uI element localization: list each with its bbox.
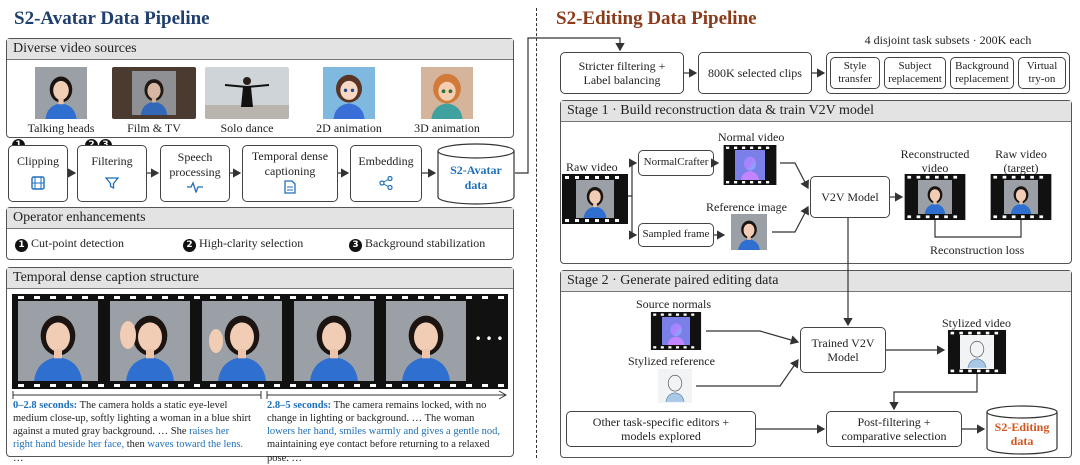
source-normals-label: Source normals	[636, 297, 711, 311]
film-frame-3	[198, 301, 286, 381]
step-embedding-label: Embedding	[358, 153, 414, 168]
film-frame-5	[382, 301, 470, 381]
caption-1-time: 0–2.8 seconds:	[13, 400, 78, 411]
enhancement-1: 1 Cut-point detection	[15, 236, 124, 252]
step-clipping: Clipping	[8, 145, 68, 202]
raw-video-label: Raw video	[566, 160, 618, 174]
source-label-solo-dance: Solo dance	[220, 121, 274, 135]
step-captioning: Temporal dense captioning	[242, 145, 338, 202]
post-filtering-box: Post-filtering + comparative selection	[826, 411, 962, 447]
caption-1-text-b: then	[124, 439, 148, 451]
subset-background-replacement: Background replacement	[950, 57, 1014, 89]
caption-2-time: 2.8–5 seconds:	[267, 400, 332, 411]
right-title: S2-Editing Data Pipeline	[556, 8, 757, 29]
caption-structure-panel: Temporal dense caption structure • • • 0…	[6, 267, 514, 464]
stage1-header: Stage 1 · Build reconstruction data & tr…	[561, 101, 1071, 122]
caption-2-text-b: maintaining eye contact before returning…	[267, 439, 490, 464]
sampled-frame-box: Sampled frame	[638, 223, 714, 247]
step-captioning-label: Temporal dense captioning	[251, 149, 329, 178]
thumb-film-tv	[112, 67, 196, 119]
subsets-label: 4 disjoint task subsets · 200K each	[864, 33, 1032, 47]
left-title: S2-Avatar Data Pipeline	[14, 8, 210, 29]
raw-target-label: Raw video (target)	[995, 147, 1047, 175]
enh-num-1: 1	[15, 239, 28, 252]
film-icon	[31, 176, 45, 193]
other-editors-box: Other task-specific editors + models exp…	[566, 411, 756, 447]
step-filtering: Filtering	[77, 145, 147, 202]
raw-target-film	[990, 174, 1052, 220]
film-ellipsis: • • •	[474, 332, 504, 346]
stylized-video-label: Stylized video	[942, 316, 1011, 330]
reference-image	[726, 214, 772, 250]
normalcrafter-box: NormalCrafter	[638, 150, 714, 176]
source-label-film-tv: Film & TV	[127, 121, 181, 135]
sources-panel: Diverse video sources Talking heads Film…	[6, 38, 514, 138]
thumb-solo-dance	[205, 67, 289, 119]
thumb-2d-animation	[310, 67, 388, 119]
stage2-header: Stage 2 · Generate paired editing data	[561, 271, 1071, 292]
source-normals-film	[646, 312, 706, 350]
enh-label-2: High-clarity selection	[199, 236, 304, 250]
caption-1-highlight-b: waves toward the lens.	[147, 439, 244, 451]
normal-video-film	[720, 145, 780, 185]
source-label-2d-animation: 2D animation	[316, 121, 382, 135]
sources-header: Diverse video sources	[7, 39, 513, 60]
source-label-3d-animation: 3D animation	[414, 121, 480, 135]
step-speech: Speech processing	[160, 145, 230, 202]
caption-segment-2: 2.8–5 seconds: The camera remains locked…	[267, 399, 505, 465]
caption-structure-header: Temporal dense caption structure	[7, 268, 513, 289]
enhancements-panel: Operator enhancements 1 Cut-point detect…	[6, 207, 514, 260]
normal-video-label: Normal video	[718, 130, 785, 144]
reconstruction-loss-label: Reconstruction loss	[930, 243, 1025, 257]
thumb-3d-animation	[405, 67, 489, 119]
stylized-video-film	[946, 330, 1008, 374]
source-label-talking-heads: Talking heads	[27, 121, 95, 135]
filmstrip: • • •	[12, 294, 508, 389]
enh-num-2: 2	[183, 239, 196, 252]
enhancement-2: 2 High-clarity selection	[183, 236, 303, 252]
stylized-reference-image	[654, 369, 696, 403]
document-icon	[284, 180, 296, 197]
waveform-icon	[187, 181, 203, 196]
step-clipping-label: Clipping	[16, 153, 59, 168]
caption-1-text-c: …	[13, 452, 24, 464]
raw-video-film	[562, 174, 628, 224]
enhancements-header: Operator enhancements	[7, 208, 513, 229]
s2-editing-label: S2-Editing data	[994, 420, 1050, 449]
caption-2-highlight-a: lowers her hand, smiles warmly and gives…	[267, 426, 500, 438]
subset-subject-replacement: Subject replacement	[884, 57, 946, 89]
film-frame-4	[290, 301, 378, 381]
subset-style-transfer: Style transfer	[830, 57, 880, 89]
reference-image-label: Reference image	[706, 200, 787, 214]
reconstructed-label: Reconstructed video	[900, 147, 970, 175]
step-embedding: Embedding	[350, 145, 422, 202]
enh-label-3: Background stabilization	[365, 236, 486, 250]
caption-segment-1: 0–2.8 seconds: The camera holds a static…	[13, 399, 251, 465]
selected-clips-box: 800K selected clips	[698, 52, 812, 94]
stricter-filter-box: Stricter filtering + Label balancing	[560, 52, 684, 94]
s2-editing-database: S2-Editing data	[986, 405, 1058, 455]
film-frame-2	[106, 301, 194, 381]
center-divider	[536, 8, 537, 458]
step-speech-label: Speech processing	[169, 150, 221, 179]
enh-num-3: 3	[349, 239, 362, 252]
thumb-talking-heads	[19, 67, 103, 119]
film-frame-1	[14, 301, 102, 381]
stylized-reference-label: Stylized reference	[628, 354, 715, 368]
subset-virtual-try-on: Virtual try-on	[1018, 57, 1066, 89]
share-icon	[379, 175, 393, 193]
enh-label-1: Cut-point detection	[31, 236, 124, 250]
v2v-model-box: V2V Model	[810, 176, 890, 218]
step-filtering-label: Filtering	[91, 153, 133, 168]
enhancement-3: 3 Background stabilization	[349, 236, 485, 252]
trained-v2v-box: Trained V2V Model	[800, 327, 886, 373]
reconstructed-film	[904, 174, 966, 220]
s2-avatar-database: S2-Avatar data	[437, 143, 515, 205]
s2-avatar-label: S2-Avatar data	[450, 163, 502, 192]
filter-icon	[104, 176, 120, 193]
